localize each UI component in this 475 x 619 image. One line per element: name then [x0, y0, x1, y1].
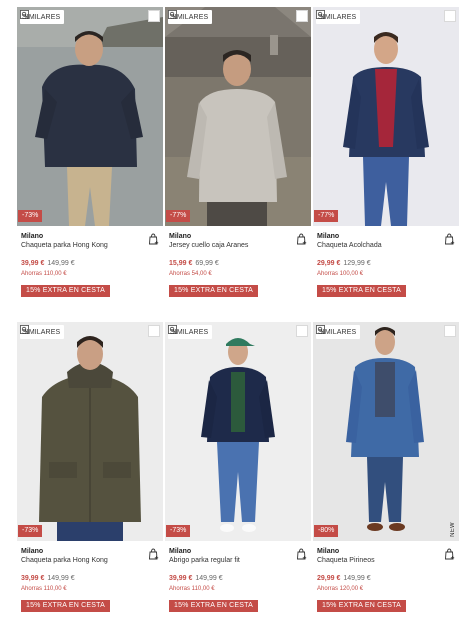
product-image[interactable]: SIMILARES -80% NEW [313, 322, 459, 541]
extra-discount-badge: 15% EXTRA EN CESTA [169, 600, 258, 612]
product-brand: Milano [169, 233, 192, 240]
add-to-bag-icon[interactable] [444, 233, 455, 245]
current-price: 39,99 € [21, 575, 45, 582]
product-card[interactable]: SIMILARES -73% Milano Abrigo parka regul… [165, 322, 311, 619]
old-price: 69,99 € [195, 260, 219, 267]
product-info: Milano Abrigo parka regular fit 39,99 €1… [165, 541, 311, 612]
product-info: Milano Jersey cuello caja Aranes 15,99 €… [165, 226, 311, 297]
price-row: 39,99 €149,99 € [21, 259, 159, 268]
product-info: Milano Chaqueta parka Hong Kong 39,99 €1… [17, 226, 163, 297]
product-brand: Milano [317, 548, 340, 555]
old-price: 129,99 € [343, 260, 371, 267]
current-price: 29,99 € [317, 575, 341, 582]
similar-button[interactable]: SIMILARES [20, 10, 65, 24]
current-price: 29,99 € [317, 260, 341, 267]
discount-badge: -73% [18, 525, 43, 537]
product-image[interactable]: SIMILARES -77% [165, 7, 311, 226]
similar-search-icon [20, 325, 29, 334]
extra-discount-badge: 15% EXTRA EN CESTA [21, 285, 110, 297]
discount-badge: -73% [18, 210, 43, 222]
product-card[interactable]: SIMILARES -73% Milano Chaqueta parka Hon… [17, 7, 163, 304]
favorite-checkbox[interactable] [296, 10, 308, 22]
old-price: 149,99 € [195, 575, 223, 582]
add-to-bag-icon[interactable] [148, 233, 159, 245]
similar-button[interactable]: SIMILARES [20, 325, 65, 339]
add-to-bag-icon[interactable] [444, 548, 455, 560]
product-image[interactable]: SIMILARES -77% [313, 7, 459, 226]
extra-discount-badge: 15% EXTRA EN CESTA [21, 600, 110, 612]
price-row: 15,99 €69,99 € [169, 259, 307, 268]
product-brand: Milano [21, 233, 44, 240]
extra-discount-badge: 15% EXTRA EN CESTA [317, 285, 406, 297]
product-info: Milano Chaqueta Pirineos 29,99 €149,99 €… [313, 541, 459, 612]
old-price: 149,99 € [343, 575, 371, 582]
discount-badge: -77% [166, 210, 191, 222]
product-name[interactable]: Chaqueta Pirineos [317, 556, 455, 565]
similar-search-icon [168, 325, 177, 334]
add-to-bag-icon[interactable] [296, 548, 307, 560]
extra-discount-badge: 15% EXTRA EN CESTA [169, 285, 258, 297]
product-image[interactable]: SIMILARES -73% [165, 322, 311, 541]
product-grid: SIMILARES -73% Milano Chaqueta parka Hon… [17, 7, 459, 619]
product-info: Milano Chaqueta Acolchada 29,99 €129,99 … [313, 226, 459, 297]
product-image[interactable]: SIMILARES -73% [17, 7, 163, 226]
product-info: Milano Chaqueta parka Hong Kong 39,99 €1… [17, 541, 163, 612]
savings-text: Ahorras 110,00 € [169, 586, 215, 592]
favorite-checkbox[interactable] [444, 10, 456, 22]
current-price: 39,99 € [21, 260, 45, 267]
old-price: 149,99 € [47, 260, 75, 267]
similar-search-icon [316, 10, 325, 19]
savings-text: Ahorras 120,00 € [317, 586, 364, 592]
product-card[interactable]: SIMILARES -73% Milano Chaqueta parka Hon… [17, 322, 163, 619]
similar-search-icon [168, 10, 177, 19]
current-price: 39,99 € [169, 575, 193, 582]
savings-text: Ahorras 110,00 € [21, 271, 67, 277]
favorite-checkbox[interactable] [148, 325, 160, 337]
old-price: 149,99 € [47, 575, 75, 582]
product-card[interactable]: SIMILARES -77% Milano Jersey cuello caja… [165, 7, 311, 304]
price-row: 39,99 €149,99 € [21, 574, 159, 583]
similar-button[interactable]: SIMILARES [316, 10, 361, 24]
price-row: 29,99 €149,99 € [317, 574, 455, 583]
add-to-bag-icon[interactable] [296, 233, 307, 245]
product-brand: Milano [317, 233, 340, 240]
product-name[interactable]: Chaqueta parka Hong Kong [21, 241, 159, 250]
price-row: 29,99 €129,99 € [317, 259, 455, 268]
similar-button[interactable]: SIMILARES [168, 325, 213, 339]
product-card[interactable]: SIMILARES -77% Milano Chaqueta Acolchada… [313, 7, 459, 304]
product-brand: Milano [21, 548, 44, 555]
favorite-checkbox[interactable] [148, 10, 160, 22]
current-price: 15,99 € [169, 260, 193, 267]
extra-discount-badge: 15% EXTRA EN CESTA [317, 600, 406, 612]
similar-button[interactable]: SIMILARES [316, 325, 361, 339]
add-to-bag-icon[interactable] [148, 548, 159, 560]
similar-button[interactable]: SIMILARES [168, 10, 213, 24]
discount-badge: -73% [166, 525, 191, 537]
discount-badge: -80% [314, 525, 339, 537]
savings-text: Ahorras 54,00 € [169, 271, 212, 277]
favorite-checkbox[interactable] [296, 325, 308, 337]
product-name[interactable]: Jersey cuello caja Aranes [169, 241, 307, 250]
product-brand: Milano [169, 548, 192, 555]
price-row: 39,99 €149,99 € [169, 574, 307, 583]
savings-text: Ahorras 110,00 € [21, 586, 67, 592]
product-name[interactable]: Chaqueta Acolchada [317, 241, 455, 250]
favorite-checkbox[interactable] [444, 325, 456, 337]
similar-search-icon [20, 10, 29, 19]
product-name[interactable]: Abrigo parka regular fit [169, 556, 307, 565]
savings-text: Ahorras 100,00 € [317, 271, 364, 277]
product-name[interactable]: Chaqueta parka Hong Kong [21, 556, 159, 565]
similar-search-icon [316, 325, 325, 334]
new-label: NEW [450, 522, 456, 537]
product-card[interactable]: SIMILARES -80% NEW Milano Chaqueta Pirin… [313, 322, 459, 619]
product-image[interactable]: SIMILARES -73% [17, 322, 163, 541]
discount-badge: -77% [314, 210, 339, 222]
